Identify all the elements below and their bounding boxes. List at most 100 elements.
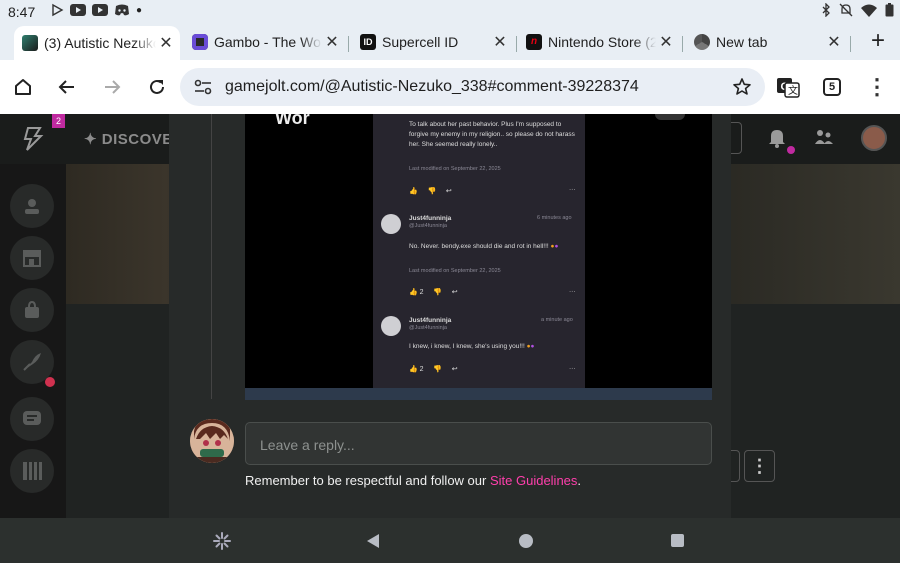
library-icon <box>23 462 42 480</box>
comment-body: I knew, i knew, I knew, she's using you!… <box>409 343 535 350</box>
commenter-avatar <box>381 214 401 234</box>
reply-input[interactable] <box>260 435 690 455</box>
thread-line <box>211 114 212 399</box>
reload-icon[interactable] <box>143 73 171 101</box>
back-arrow-icon[interactable] <box>53 73 81 101</box>
do-not-disturb-icon <box>839 3 853 17</box>
close-tab-icon[interactable]: ✕ <box>656 32 676 52</box>
gamejolt-favicon-icon <box>22 35 38 51</box>
sidebar-shop-button[interactable] <box>10 288 54 332</box>
phone-screenshot: To talk about her past behavior. Plus I'… <box>373 114 585 388</box>
chrome-favicon-icon <box>694 34 710 50</box>
my-avatar <box>190 419 234 463</box>
tab-title: Nintendo Store (20 <box>548 34 656 50</box>
tab-count: 5 <box>823 78 841 96</box>
wifi-icon <box>861 4 877 17</box>
svg-text:文: 文 <box>788 84 798 97</box>
gamejolt-logo-icon[interactable] <box>22 126 44 152</box>
bell-icon[interactable] <box>768 128 786 148</box>
user-avatar[interactable] <box>861 125 887 151</box>
youtube-icon <box>92 4 108 16</box>
comment-time: a minute ago <box>541 317 573 323</box>
more-menu-icon[interactable]: ⋮ <box>863 73 891 101</box>
guidelines-text: Remember to be respectful and follow our <box>245 473 490 488</box>
sidebar-store-button[interactable] <box>10 236 54 280</box>
image-caption-bar <box>245 388 712 400</box>
tab-strip: (3) Autistic Nezuko ✕ Gambo - The World … <box>0 24 900 60</box>
comment-modified: Last modified on September 22, 2025 <box>409 166 501 172</box>
comment-handle: @Just4funninja <box>409 223 447 229</box>
home-icon[interactable] <box>9 73 37 101</box>
comment-modified: Last modified on September 22, 2025 <box>409 268 501 274</box>
browser-toolbar: gamejolt.com/@Autistic-Nezuko_338#commen… <box>0 60 900 114</box>
site-guidelines-link[interactable]: Site Guidelines <box>490 473 577 488</box>
url-text: gamejolt.com/@Autistic-Nezuko_338#commen… <box>225 78 639 95</box>
status-bar: 8:47 ● <box>0 0 900 24</box>
tab-title: Gambo - The World <box>214 34 322 50</box>
shopping-bag-icon <box>25 300 39 318</box>
quill-icon <box>23 353 41 371</box>
play-store-icon <box>52 3 64 17</box>
discord-icon <box>115 4 129 16</box>
user-icon <box>25 199 39 214</box>
translate-icon[interactable]: G文 <box>774 73 802 101</box>
more-options-icon[interactable]: ⋮ <box>744 450 775 482</box>
system-nav-bar <box>0 518 900 563</box>
recents-nav-icon[interactable] <box>671 534 684 547</box>
close-tab-icon[interactable]: ✕ <box>824 32 844 52</box>
comment-actions: 👍 👎 ↩ <box>409 188 452 195</box>
comment-more: ··· <box>569 186 576 193</box>
battery-icon <box>885 3 894 17</box>
tab-title: New tab <box>716 34 768 50</box>
reply-box[interactable] <box>245 422 712 465</box>
close-tab-icon[interactable]: ✕ <box>156 33 176 53</box>
creator-unread-dot <box>45 377 55 387</box>
comment-time: 6 minutes ago <box>537 215 572 221</box>
tab-new-tab[interactable]: New tab ✕ <box>686 26 848 58</box>
tab-gambo[interactable]: Gambo - The World ✕ <box>184 26 346 58</box>
supercell-favicon-icon: ID <box>360 34 376 50</box>
commenter-avatar <box>381 316 401 336</box>
guidelines-note: Remember to be respectful and follow our… <box>245 473 581 488</box>
comment-more: ··· <box>569 288 576 295</box>
notification-badge: 2 <box>52 114 65 128</box>
friends-icon[interactable] <box>814 128 834 148</box>
nintendo-favicon-icon: n <box>526 34 542 50</box>
close-tab-icon[interactable]: ✕ <box>322 32 342 52</box>
home-nav-icon[interactable] <box>519 534 533 548</box>
bluetooth-icon <box>822 3 830 17</box>
tab-title: Supercell ID <box>382 34 459 50</box>
site-settings-icon[interactable] <box>194 79 212 95</box>
gambo-favicon-icon <box>192 34 208 50</box>
gamejolt-sidebar <box>0 164 66 518</box>
tab-autistic-nezuko[interactable]: (3) Autistic Nezuko ✕ <box>14 26 180 60</box>
comment-actions: 👍 2 👎 ↩ <box>409 366 458 373</box>
sidebar-chat-button[interactable] <box>10 397 54 441</box>
guidelines-period: . <box>577 473 582 488</box>
tab-title: (3) Autistic Nezuko <box>44 35 156 51</box>
comment-body: To talk about her past behavior. Plus I'… <box>409 121 575 148</box>
youtube-icon <box>70 4 86 16</box>
tab-supercell-id[interactable]: ID Supercell ID ✕ <box>352 26 514 58</box>
tab-nintendo-store[interactable]: n Nintendo Store (20 ✕ <box>518 26 680 58</box>
close-tab-icon[interactable]: ✕ <box>490 32 510 52</box>
cropped-pill <box>655 114 685 120</box>
discover-icon: ✦ <box>84 131 98 148</box>
sidebar-home-button[interactable] <box>10 184 54 228</box>
back-nav-icon[interactable] <box>366 533 380 549</box>
sidebar-library-button[interactable] <box>10 449 54 493</box>
clock: 8:47 <box>8 4 36 20</box>
tab-switcher-button[interactable]: 5 <box>818 73 846 101</box>
unread-dot <box>787 146 795 154</box>
address-bar[interactable]: gamejolt.com/@Autistic-Nezuko_338#commen… <box>180 68 765 106</box>
assistant-icon[interactable] <box>213 532 231 550</box>
comment-actions: 👍 2 👎 ↩ <box>409 289 458 296</box>
cropped-header-text: Wor <box>275 114 310 128</box>
forward-arrow-icon[interactable] <box>98 73 126 101</box>
chat-icon <box>23 411 41 425</box>
comment-body: No. Never. bendy.exe should die and rot … <box>409 243 559 250</box>
comment-screenshot-image[interactable]: Wor To talk about her past behavior. Plu… <box>245 114 712 388</box>
new-tab-plus-icon[interactable]: + <box>864 28 892 56</box>
bookmark-star-icon[interactable] <box>732 77 752 97</box>
web-page: 2 ✦ DISCOVER ⋮ Wor To talk about her pas… <box>0 114 900 518</box>
